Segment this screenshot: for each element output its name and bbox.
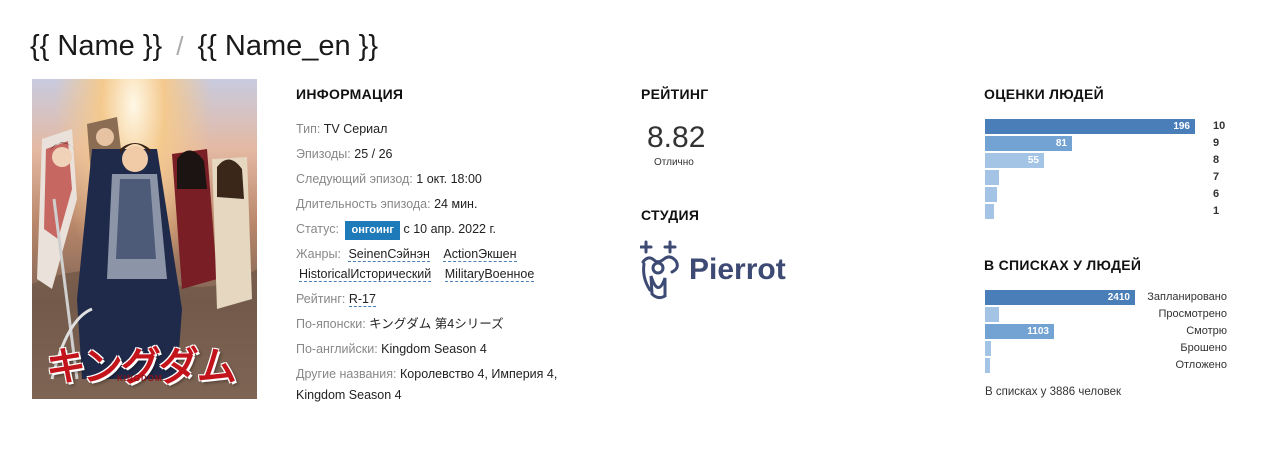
info-episodes-label: Эпизоды: <box>296 147 351 161</box>
info-genres-label: Жанры: <box>296 247 341 261</box>
info-episodes-row: Эпизоды: 25 / 26 <box>296 142 596 167</box>
scores-chart: 196 10 81 9 55 8 7 6 1 <box>985 118 1227 220</box>
title-name-en: {{ Name_en }} <box>197 30 379 62</box>
bar-label: 7 <box>1213 171 1220 183</box>
bar-label: Просмотрено <box>1158 308 1227 320</box>
info-status-value: с 10 апр. 2022 г. <box>403 222 496 236</box>
info-other-names: Другие названия: Королевство 4, Империя … <box>296 364 596 405</box>
rating-word: Отлично <box>654 157 694 168</box>
info-next-value: 1 окт. 18:00 <box>416 172 482 186</box>
rating-score: 8.82 <box>647 121 706 154</box>
info-next-row: Следующий эпизод: 1 окт. 18:00 <box>296 167 596 192</box>
info-episodes-value: 25 / 26 <box>354 147 393 161</box>
info-other-value-1: Королевство 4, Империя 4, <box>400 367 558 381</box>
score-row: 81 9 <box>985 135 1227 152</box>
title-separator: / <box>176 31 184 61</box>
genre-link[interactable]: ActionЭкшен <box>443 247 517 262</box>
poster-logo-japanese: キングダム <box>46 344 237 390</box>
bar <box>985 358 990 373</box>
bar-label: Запланировано <box>1147 291 1227 303</box>
score-row: 55 8 <box>985 152 1227 169</box>
list-row: 2410 Запланировано <box>985 289 1227 306</box>
info-rating-label: Рейтинг: <box>296 292 346 306</box>
lists-chart: 2410 Запланировано Просмотрено 1103 Смотрю Бр… <box>985 289 1227 374</box>
rating-heading: РЕЙТИНГ <box>641 86 709 102</box>
info-type-row: Тип: TV Сериал <box>296 117 596 142</box>
info-jp-label: По-японски: <box>296 317 366 331</box>
info-genres-row-2: HistoricalИсторический MilitaryВоенное <box>296 262 596 287</box>
info-next-label: Следующий эпизод: <box>296 172 413 186</box>
genre-link[interactable]: MilitaryВоенное <box>444 267 535 282</box>
bar-label: 6 <box>1213 188 1220 200</box>
bar-label: 10 <box>1213 120 1226 132</box>
info-status-label: Статус: <box>296 222 339 236</box>
info-en-value: Kingdom Season 4 <box>381 342 487 356</box>
scores-heading: ОЦЕНКИ ЛЮДЕЙ <box>984 86 1104 102</box>
info-duration-value: 24 мин. <box>434 197 478 211</box>
info-en-row: По-английски: Kingdom Season 4 <box>296 337 596 362</box>
score-row: 7 <box>985 169 1227 186</box>
bar-label: Брошено <box>1180 342 1227 354</box>
info-en-label: По-английски: <box>296 342 378 356</box>
bar: 2410 <box>985 290 1135 305</box>
info-jp-row: По-японски: キングダム 第4シリーズ <box>296 312 596 337</box>
studio-logo-text: Pierrot <box>689 253 786 286</box>
bar-label: Отложено <box>1175 359 1227 371</box>
info-other-value-2: Kingdom Season 4 <box>296 387 402 402</box>
bar-label: Смотрю <box>1186 325 1227 337</box>
studio-heading: СТУДИЯ <box>641 207 700 223</box>
bar <box>985 170 999 185</box>
bar: 1103 <box>985 324 1054 339</box>
poster-logo-english: KINGDOM <box>117 374 163 383</box>
info-status-row: Статус: онгоинг с 10 апр. 2022 г. <box>296 217 596 242</box>
info-other-label: Другие названия: <box>296 367 397 381</box>
info-type-label: Тип: <box>296 122 321 136</box>
bar: 81 <box>985 136 1072 151</box>
status-badge[interactable]: онгоинг <box>345 221 400 240</box>
poster-image: キングダム KINGDOM <box>32 79 257 399</box>
list-row: Брошено <box>985 340 1227 357</box>
info-type-value: TV Сериал <box>323 122 388 136</box>
bar <box>985 307 999 322</box>
bar-label: 9 <box>1213 137 1220 149</box>
info-jp-value: キングダム 第4シリーズ <box>369 317 504 331</box>
bar: 196 <box>985 119 1195 134</box>
bar <box>985 187 997 202</box>
score-row: 1 <box>985 203 1227 220</box>
studio-logo[interactable]: Pierrot <box>640 238 800 302</box>
bar-label: 1 <box>1213 205 1220 217</box>
list-row: Просмотрено <box>985 306 1227 323</box>
info-duration-row: Длительность эпизода: 24 мин. <box>296 192 596 217</box>
bar <box>985 204 994 219</box>
page-title: {{ Name }} / {{ Name_en }} <box>30 30 378 66</box>
score-row: 196 10 <box>985 118 1227 135</box>
score-row: 6 <box>985 186 1227 203</box>
lists-heading: В СПИСКАХ У ЛЮДЕЙ <box>984 257 1142 273</box>
bar-label: 8 <box>1213 154 1220 166</box>
title-name: {{ Name }} <box>30 30 163 62</box>
age-rating-link[interactable]: R-17 <box>348 292 376 307</box>
genre-link[interactable]: HistoricalИсторический <box>299 267 432 282</box>
info-heading: ИНФОРМАЦИЯ <box>296 86 404 102</box>
list-row: 1103 Смотрю <box>985 323 1227 340</box>
lists-total: В списках у 3886 человек <box>985 386 1122 398</box>
info-duration-label: Длительность эпизода: <box>296 197 431 211</box>
bar <box>985 341 991 356</box>
list-row: Отложено <box>985 357 1227 374</box>
genre-link[interactable]: SeinenСэйнэн <box>348 247 430 262</box>
bar: 55 <box>985 153 1044 168</box>
info-panel: Тип: TV Сериал Эпизоды: 25 / 26 Следующи… <box>296 117 596 405</box>
info-rating-row: Рейтинг: R-17 <box>296 287 596 312</box>
